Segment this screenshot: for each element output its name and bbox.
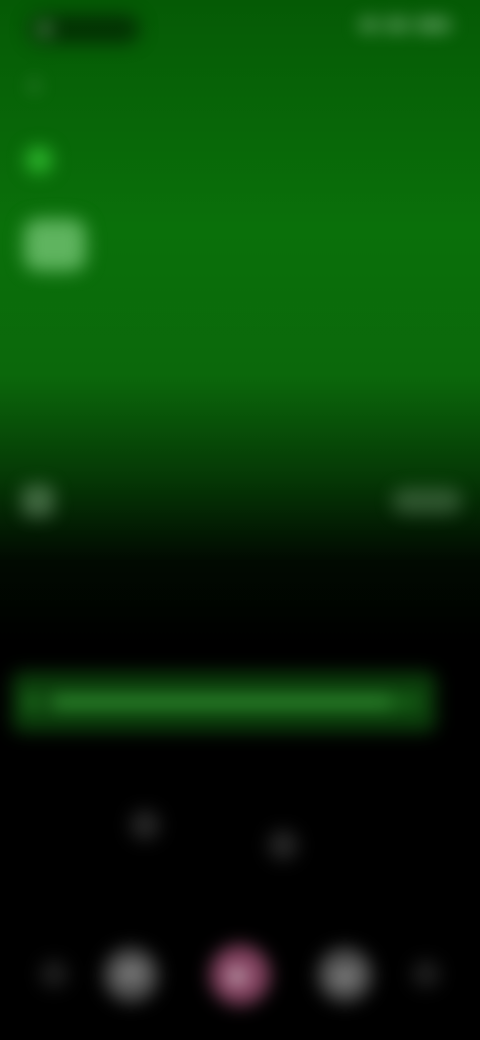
next-icon: ⏭ [335, 962, 355, 987]
progress-fill [50, 698, 393, 706]
back-arrow-icon[interactable]: ‹ [30, 71, 54, 97]
episode-thumbnail [22, 485, 54, 517]
status-icons [360, 20, 450, 30]
app-logo-icon [26, 147, 52, 173]
wifi-icon [386, 20, 408, 30]
app-screen: ‹ ⏮ ▶ ⏭ [0, 0, 480, 1040]
blurred-content: ‹ ⏮ ▶ ⏭ [0, 0, 480, 1040]
header-row[interactable] [26, 142, 286, 178]
channel-avatar [24, 219, 86, 271]
status-time-pill [28, 14, 140, 44]
battery-icon [416, 20, 450, 30]
previous-button[interactable]: ⏮ [104, 948, 158, 1002]
status-bar [0, 0, 480, 56]
shuffle-icon[interactable] [40, 960, 68, 988]
progress-start-icon [26, 696, 38, 708]
next-button[interactable]: ⏭ [318, 948, 372, 1002]
repeat-icon[interactable] [412, 960, 440, 988]
playback-controls: ⏮ ▶ ⏭ [0, 930, 480, 1020]
secondary-control-left[interactable] [130, 810, 160, 840]
play-button[interactable]: ▶ [210, 945, 270, 1005]
previous-icon: ⏮ [121, 962, 141, 987]
secondary-control-center[interactable] [268, 830, 298, 860]
secondary-controls [0, 790, 480, 860]
recording-dot-icon [40, 24, 50, 34]
episode-action-button[interactable] [392, 488, 462, 514]
signal-icon [360, 20, 378, 30]
play-icon: ▶ [231, 962, 249, 987]
progress-track[interactable] [50, 698, 422, 706]
channel-row[interactable] [24, 218, 324, 272]
episode-row[interactable] [22, 478, 462, 524]
progress-strip[interactable] [12, 672, 436, 732]
